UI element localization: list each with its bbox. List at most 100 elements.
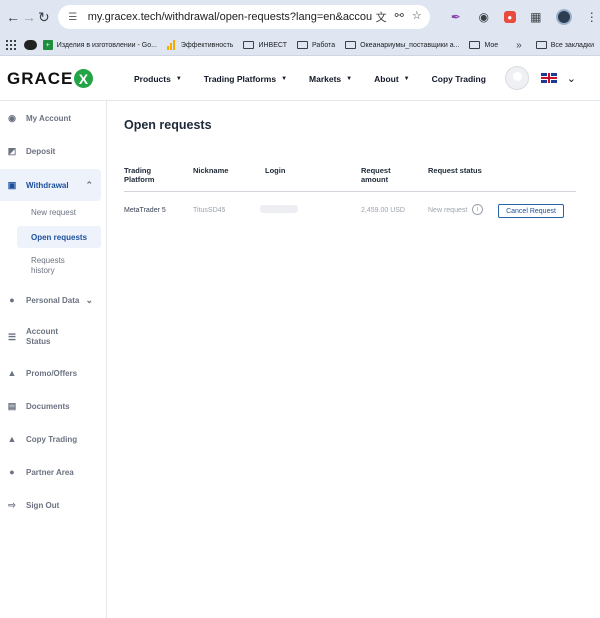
sidebar-sub-label: Requests history <box>31 256 65 275</box>
chrome-menu-icon[interactable]: ⋮ <box>584 9 600 25</box>
browser-toolbar: ← → ↻ ☰ my.gracex.tech/withdrawal/open-r… <box>0 0 600 34</box>
translate-icon[interactable]: 文 <box>376 9 387 25</box>
sidebar-sub-open-requests[interactable]: Open requests <box>17 226 101 248</box>
sidebar-item-personal-data[interactable]: ● Personal Data ⌄ <box>0 295 101 306</box>
bookmark-item[interactable]: Работа <box>296 41 336 49</box>
bookmarks-overflow-icon[interactable]: » <box>516 40 522 51</box>
folder-icon <box>345 41 357 49</box>
red-extension-icon[interactable]: ● <box>503 11 516 23</box>
bookmark-label: ИНВЕСТ <box>258 41 287 49</box>
folder-icon <box>535 41 547 49</box>
info-icon[interactable]: i <box>472 204 483 215</box>
caret-down-icon: ▼ <box>403 76 410 82</box>
sidebar-item-my-account[interactable]: ◉ My Account <box>0 113 101 123</box>
menu-trading-platforms[interactable]: Trading Platforms ▼ <box>204 74 287 84</box>
globe-extension-icon[interactable]: ◉ <box>476 9 492 25</box>
cell-status: New request <box>428 207 468 214</box>
column-header: Request amount <box>361 166 391 184</box>
bookmark-label: Изделия в изготовлении - Go... <box>56 41 157 49</box>
bookmark-item[interactable]: Океанариумы_поставщики а... <box>345 41 459 49</box>
reload-icon[interactable]: ↻ <box>38 5 50 29</box>
extensions-puzzle-icon[interactable]: ▦ <box>528 9 544 25</box>
menu-about[interactable]: About ▼ <box>374 74 410 84</box>
menu-label: About <box>374 74 399 84</box>
sidebar-item-documents[interactable]: ▤ Documents <box>0 401 101 411</box>
sidebar-item-label: Withdrawal <box>26 180 69 190</box>
caret-down-icon: ▼ <box>281 76 288 82</box>
sidebar-sub-new-request[interactable]: New request <box>17 208 101 217</box>
bookmark-label: Океанариумы_поставщики а... <box>360 41 460 49</box>
sidebar-item-copy-trading[interactable]: ▲ Copy Trading <box>0 434 101 444</box>
bookmark-item[interactable]: ИНВЕСТ <box>243 41 287 49</box>
bookmark-label: Работа <box>311 41 336 49</box>
sidebar-item-withdrawal[interactable]: ▣ Withdrawal ⌃ <box>0 169 101 201</box>
sidebar-item-sign-out[interactable]: ⇨ Sign Out <box>0 500 101 510</box>
address-bar[interactable]: ☰ my.gracex.tech/withdrawal/open-request… <box>57 5 430 29</box>
sidebar-item-label: My Account <box>26 113 72 123</box>
sidebar-item-deposit[interactable]: ◩ Deposit <box>0 146 101 156</box>
google-sheets-icon: + <box>42 40 53 50</box>
main-content: Open requests Trading Platform Nickname … <box>108 101 600 618</box>
bookmark-label: Все закладки <box>550 41 594 49</box>
sidebar-item-label: Copy Trading <box>26 434 78 444</box>
menu-markets[interactable]: Markets ▼ <box>309 74 352 84</box>
menu-copy-trading[interactable]: Copy Trading <box>432 74 486 84</box>
page-title: Open requests <box>124 118 212 132</box>
cell-nickname: TitusSD45 <box>193 207 226 214</box>
menu-label: Copy Trading <box>431 74 486 84</box>
logo-text: GRACE <box>7 68 74 88</box>
folder-icon <box>296 41 308 49</box>
column-header: Login <box>265 166 286 175</box>
url-text[interactable]: my.gracex.tech/withdrawal/open-requests?… <box>88 11 372 23</box>
sidebar-item-label: Documents <box>26 401 70 411</box>
table-header: Trading Platform Nickname Login Request … <box>124 166 576 192</box>
all-bookmarks[interactable]: Все закладки <box>535 41 594 49</box>
menu-label: Trading Platforms <box>203 74 277 84</box>
caret-down-icon: ▼ <box>346 76 353 82</box>
forward-arrow-icon[interactable]: → <box>22 5 36 29</box>
wallet-icon: ▣ <box>7 179 17 190</box>
user-avatar[interactable] <box>504 66 529 90</box>
menu-products[interactable]: Products ▼ <box>134 74 182 84</box>
cancel-request-button[interactable]: Cancel Request <box>498 204 564 218</box>
sidebar-item-label: Promo/Offers <box>26 368 78 378</box>
info-circle-icon: ● <box>9 295 15 305</box>
bookmark-item[interactable]: Эффективность <box>166 40 234 50</box>
sidebar-item-partner-area[interactable]: ● Partner Area <box>0 467 101 477</box>
partners-icon: ● <box>9 467 15 477</box>
bookmark-label: Эффективность <box>180 41 234 49</box>
column-header: Trading Platform <box>124 166 155 184</box>
sign-out-icon: ⇨ <box>8 499 16 510</box>
chevron-down-icon[interactable]: ⌄ <box>85 295 93 306</box>
menu-label: Products <box>134 74 171 84</box>
column-header: Nickname <box>193 166 229 175</box>
sidebar-item-label: Deposit <box>26 146 56 156</box>
site-info-icon[interactable]: ☰ <box>66 10 80 24</box>
uk-flag-icon[interactable] <box>540 73 557 83</box>
logo-x-mark: X <box>74 69 94 88</box>
bookmark-item[interactable]: Мое <box>469 41 498 49</box>
sidebar: ◉ My Account ◩ Deposit ▣ Withdrawal ⌃ Ne… <box>0 101 107 618</box>
sidebar-item-label: Sign Out <box>26 500 60 510</box>
apps-grid-icon[interactable] <box>6 40 16 50</box>
bookmark-star-icon[interactable]: ☆ <box>412 9 422 25</box>
sliders-icon: ☰ <box>7 332 17 342</box>
password-key-icon[interactable]: ⚯ <box>395 9 404 25</box>
back-arrow-icon[interactable]: ← <box>6 5 20 29</box>
chevron-up-icon[interactable]: ⌃ <box>85 180 93 191</box>
folder-icon <box>243 41 255 49</box>
bookmark-item[interactable]: + Изделия в изготовлении - Go... <box>42 40 157 50</box>
cell-amount: 2,459.00 USD <box>361 207 405 214</box>
document-icon: ▤ <box>7 400 17 411</box>
profile-avatar-icon[interactable] <box>555 9 572 25</box>
bookmark-label: Мое <box>484 41 499 49</box>
sidebar-item-account-status[interactable]: ☰ Account Status <box>0 327 101 347</box>
sidebar-sub-requests-history[interactable]: Requests history <box>17 256 87 276</box>
site-header: GRACE X Products ▼ Trading Platforms ▼ Mark… <box>0 57 600 101</box>
chevron-down-icon[interactable]: ⌄ <box>567 72 576 85</box>
pen-extension-icon[interactable]: ✒ <box>448 9 464 25</box>
sidebar-item-promo-offers[interactable]: ▲ Promo/Offers <box>0 368 101 378</box>
sidebar-sub-label: New request <box>31 208 76 217</box>
gracex-logo[interactable]: GRACE X <box>7 68 94 89</box>
hierarchy-icon: ▲ <box>7 434 17 444</box>
